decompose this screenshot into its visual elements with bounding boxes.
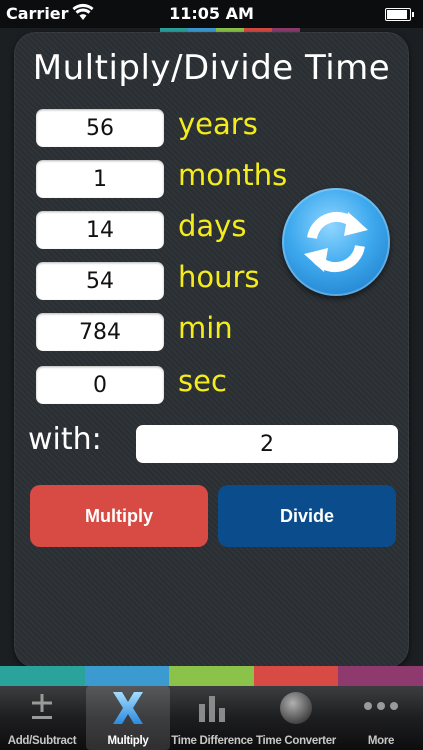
ribbon-bottom: [0, 666, 423, 686]
years-input[interactable]: [36, 109, 164, 147]
tab-label: Time Difference: [171, 735, 253, 747]
page-title: Multiply/Divide Time: [32, 48, 391, 88]
sphere-icon: [280, 692, 312, 724]
tab-time-difference[interactable]: Time Difference: [170, 686, 254, 750]
seconds-label: sec: [178, 364, 227, 398]
tab-label: Add/Subtract: [7, 735, 77, 747]
tab-time-converter[interactable]: Time Converter: [254, 686, 338, 750]
clock: 11:05 AM: [169, 4, 254, 23]
years-label: years: [178, 107, 258, 141]
hours-input[interactable]: [36, 262, 164, 300]
tab-bar: Add/Subtract Multiply Time Difference Ti…: [0, 686, 423, 750]
ribbon-segment: [253, 666, 339, 686]
minutes-label: min: [178, 311, 233, 345]
hours-label: hours: [178, 260, 260, 294]
minutes-input[interactable]: [36, 313, 164, 351]
seconds-input[interactable]: [36, 366, 164, 404]
months-label: months: [178, 158, 288, 192]
tab-add-subtract[interactable]: Add/Subtract: [0, 686, 84, 750]
ribbon-segment: [338, 666, 423, 686]
tab-label: More: [367, 735, 395, 747]
tab-multiply[interactable]: Multiply: [86, 686, 170, 750]
days-input[interactable]: [36, 211, 164, 249]
ribbon-segment: [169, 666, 254, 686]
months-input[interactable]: [36, 160, 164, 198]
more-icon: [364, 702, 398, 710]
bar-chart-icon: [199, 696, 225, 722]
divide-button[interactable]: Divide: [218, 485, 396, 547]
battery-icon: [385, 8, 414, 21]
x-icon: [113, 692, 143, 724]
multiply-button[interactable]: Multiply: [30, 485, 208, 547]
ribbon-segment: [0, 666, 85, 686]
plus-minus-icon: [32, 694, 52, 719]
ribbon-segment: [84, 666, 170, 686]
tab-label: Multiply: [107, 735, 149, 747]
swap-button[interactable]: [282, 188, 390, 296]
factor-input[interactable]: [136, 425, 398, 463]
days-label: days: [178, 209, 247, 243]
with-label: with:: [28, 422, 102, 457]
status-bar: Carrier 11:05 AM: [0, 0, 423, 28]
tab-label: Time Converter: [256, 735, 336, 747]
tab-more[interactable]: More: [339, 686, 423, 750]
refresh-icon: [304, 211, 368, 273]
